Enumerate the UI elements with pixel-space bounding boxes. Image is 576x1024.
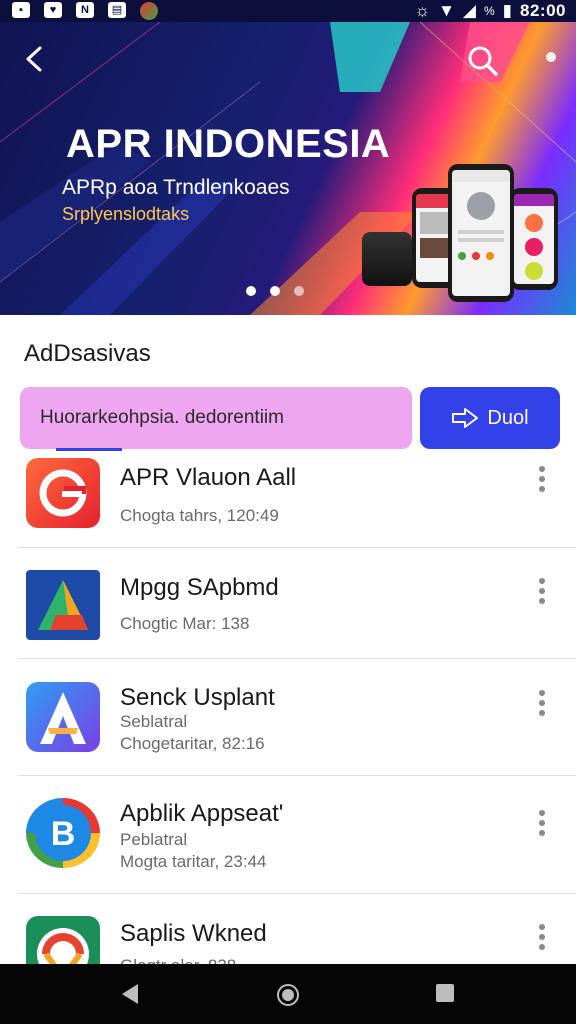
search-input[interactable]: Huorarkeohpsia. dedorentiim xyxy=(20,387,412,451)
app-name: APR Vlauon Aall xyxy=(120,464,297,491)
pager-dot[interactable] xyxy=(294,286,304,296)
app-meta-line2: Mogta taritar, 23:44 xyxy=(120,852,267,871)
hero-banner[interactable]: APR INDONESIA APRp aoa Trndlenkoaes Srpl… xyxy=(0,22,576,315)
list-item[interactable]: APR Vlauon Aall Chogta tahrs, 120:49 xyxy=(0,456,576,548)
nav-back-icon[interactable] xyxy=(118,982,142,1006)
app-meta: Glogtr alar, 838 xyxy=(120,956,236,964)
carousel-pager[interactable] xyxy=(246,286,304,296)
list-item[interactable]: Mpgg SApbmd Chogtic Mar: 138 xyxy=(0,568,576,658)
app-name: Saplis Wkned xyxy=(120,920,267,947)
overflow-menu-icon[interactable] xyxy=(546,52,556,62)
pager-dot[interactable] xyxy=(270,286,280,296)
a-triangle-icon xyxy=(26,570,100,640)
more-options-icon[interactable] xyxy=(532,810,552,844)
app-name: Senck Usplant xyxy=(120,684,275,711)
app-meta: Chogtic Mar: 138 xyxy=(120,614,250,633)
divider xyxy=(18,547,576,548)
b-logo-icon: B xyxy=(26,798,100,868)
wifi-icon: ▼ xyxy=(438,1,455,20)
divider xyxy=(18,775,576,776)
divider xyxy=(18,893,576,894)
svg-text:B: B xyxy=(51,815,76,853)
search-submit-button[interactable]: Duol xyxy=(420,387,560,449)
app-name: Apblik Appseat' xyxy=(120,800,284,827)
n-app-icon: N xyxy=(76,2,94,18)
app-meta: Chogta tahrs, 120:49 xyxy=(120,506,279,525)
shield-icon: ♥ xyxy=(44,2,62,18)
system-nav-bar xyxy=(0,964,576,1024)
pager-dot[interactable] xyxy=(246,286,256,296)
avatar-icon xyxy=(140,2,158,20)
search-input-underline xyxy=(56,448,122,451)
signal-icon: ◢ xyxy=(462,1,476,20)
more-options-icon[interactable] xyxy=(532,924,552,958)
a-letter-icon xyxy=(26,682,100,752)
back-icon[interactable] xyxy=(20,42,50,76)
nav-home-icon[interactable] xyxy=(276,983,300,1007)
smart-speaker-image xyxy=(362,232,412,286)
divider xyxy=(18,658,576,659)
clock: 82:00 xyxy=(520,1,566,20)
phone-image-right xyxy=(510,188,558,290)
arrow-right-icon xyxy=(452,408,479,428)
list-item[interactable]: B Apblik Appseat' Peblatral Mogta tarita… xyxy=(0,796,576,894)
search-input-value[interactable]: Huorarkeohpsia. dedorentiim xyxy=(40,407,284,429)
search-icon[interactable] xyxy=(464,42,502,80)
c-logo-icon xyxy=(26,916,100,964)
banner-title: APR INDONESIA xyxy=(66,122,391,166)
g-logo-icon xyxy=(26,458,100,528)
search-submit-label: Duol xyxy=(487,406,529,429)
list-item[interactable]: Senck Usplant Seblatral Chogetaritar, 82… xyxy=(0,680,576,776)
battery-icon: ▮ xyxy=(502,1,513,20)
app-meta-line1: Seblatral xyxy=(120,712,188,731)
more-options-icon[interactable] xyxy=(532,466,552,500)
more-options-icon[interactable] xyxy=(532,578,552,612)
nav-recents-icon[interactable] xyxy=(434,982,456,1004)
alarm-icon: ☼ xyxy=(414,1,431,20)
app-name: Mpgg SApbmd xyxy=(120,574,279,601)
calendar-icon: ▤ xyxy=(108,2,126,18)
list-item[interactable]: Saplis Wkned Glogtr alar, 838 xyxy=(0,914,576,964)
banner-subtitle: APRp aoa Trndlenkoaes xyxy=(62,176,290,199)
app-meta-line1: Peblatral xyxy=(120,830,188,849)
section-title: AdDsasivas xyxy=(24,340,151,367)
status-bar: ▪ ♥ N ▤ ☼ ▼ ◢ % ▮ 82:00 xyxy=(0,0,576,22)
notification-icon: ▪ xyxy=(12,2,30,18)
battery-text: % xyxy=(483,4,495,18)
phone-image-center xyxy=(448,164,514,302)
banner-tagline: Srplyenslodtaks xyxy=(62,204,190,224)
app-meta-line2: Chogetaritar, 82:16 xyxy=(120,734,265,753)
more-options-icon[interactable] xyxy=(532,690,552,724)
